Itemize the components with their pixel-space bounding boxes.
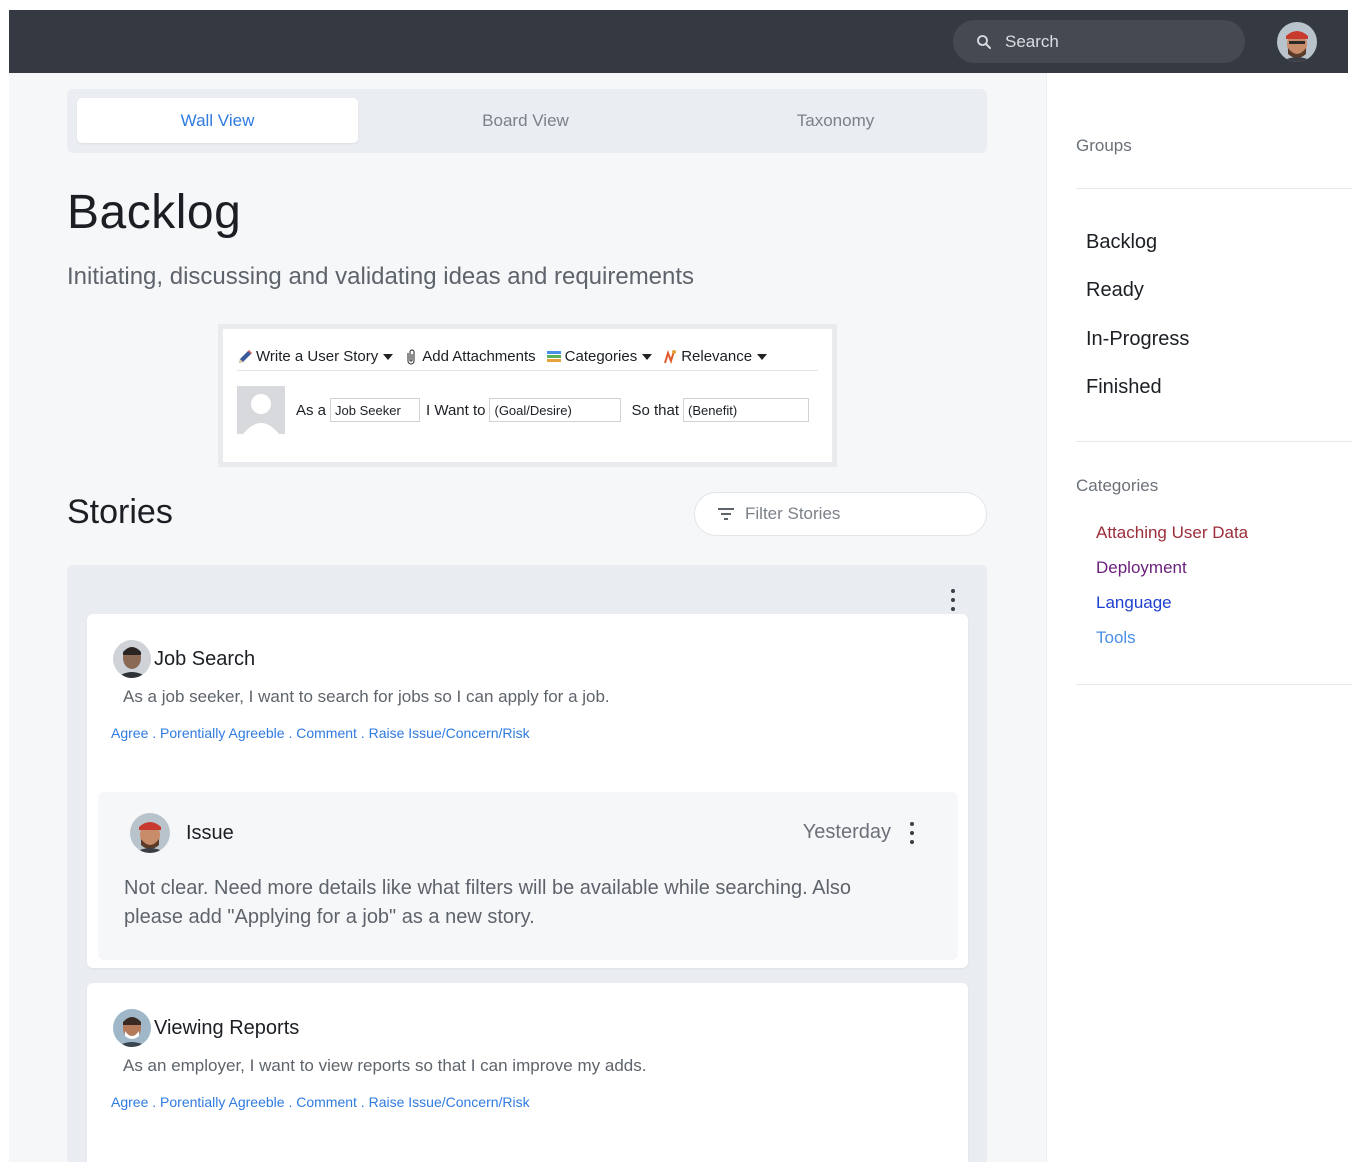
composer-toolbar: Write a User Story Add Attachments Categ…	[237, 343, 818, 371]
story-title[interactable]: Job Search	[154, 648, 255, 671]
filter-stories-input[interactable]: Filter Stories	[694, 492, 987, 536]
tab-board-view[interactable]: Board View	[385, 98, 666, 143]
categories-dropdown[interactable]: Categories	[546, 348, 653, 365]
paperclip-icon	[407, 348, 415, 365]
author-avatar	[113, 640, 151, 678]
divider	[1076, 441, 1352, 442]
comment-type: Issue	[186, 822, 234, 844]
story-description: As a job seeker, I want to search for jo…	[123, 687, 610, 706]
story-card: Job Search As a job seeker, I want to se…	[87, 614, 968, 968]
divider	[1076, 684, 1352, 685]
group-in-progress[interactable]: In-Progress	[1086, 328, 1189, 351]
write-story-button[interactable]: Write a User Story	[237, 348, 394, 365]
chevron-down-icon	[383, 353, 394, 360]
categories-label: Categories	[564, 348, 638, 365]
role-select[interactable]: Job Seeker	[330, 398, 421, 422]
search-icon	[977, 34, 991, 49]
commenter-avatar	[130, 813, 170, 853]
comment-text: Not clear. Need more details like what f…	[124, 877, 852, 928]
add-attachments-label: Add Attachments	[422, 348, 536, 365]
i-want-to-label: I Want to	[426, 401, 486, 419]
group-finished[interactable]: Finished	[1086, 376, 1162, 399]
separator: .	[356, 1094, 369, 1110]
so-that-label: So that	[631, 401, 680, 419]
relevance-icon	[664, 349, 677, 364]
raise-issue-link[interactable]: Raise Issue/Concern/Risk	[369, 1094, 530, 1110]
panel-more-icon[interactable]	[948, 589, 958, 611]
comment-link[interactable]: Comment	[296, 1094, 357, 1110]
story-header: Job Search	[113, 640, 255, 678]
group-ready[interactable]: Ready	[1086, 279, 1144, 302]
separator: .	[284, 725, 297, 741]
tab-wall-view[interactable]: Wall View	[77, 98, 358, 143]
group-backlog[interactable]: Backlog	[1086, 231, 1157, 254]
top-bar: Search	[9, 10, 1348, 73]
page-subtitle: Initiating, discussing and validating id…	[67, 263, 695, 290]
chevron-down-icon	[642, 353, 653, 360]
filter-placeholder: Filter Stories	[745, 504, 841, 523]
story-header: Viewing Reports	[113, 1009, 299, 1047]
view-tabs: Wall View Board View Taxonomy	[67, 89, 987, 153]
goal-placeholder: (Goal/Desire)	[494, 402, 572, 418]
search-input[interactable]: Search	[953, 20, 1245, 63]
benefit-placeholder: (Benefit)	[688, 402, 738, 418]
groups-label: Groups	[1076, 136, 1132, 155]
search-placeholder: Search	[1005, 31, 1059, 51]
goal-input[interactable]: (Goal/Desire)	[489, 398, 622, 422]
categories-label: Categories	[1076, 476, 1159, 495]
add-attachments-button[interactable]: Add Attachments	[403, 348, 536, 365]
story-title[interactable]: Viewing Reports	[154, 1017, 299, 1040]
author-avatar	[113, 1009, 151, 1047]
separator: .	[356, 725, 369, 741]
tab-taxonomy[interactable]: Taxonomy	[695, 98, 976, 143]
category-attaching-user-data[interactable]: Attaching User Data	[1096, 523, 1248, 543]
potentially-agreeable-link[interactable]: Porentially Agreeble	[160, 725, 285, 741]
story-description: As an employer, I want to view reports s…	[123, 1056, 647, 1075]
composer-story-row: As a Job Seeker I Want to (Goal/Desire) …	[237, 385, 818, 435]
right-sidebar: Groups Backlog Ready In-Progress Finishe…	[1046, 73, 1352, 1162]
agree-link[interactable]: Agree	[111, 1094, 148, 1110]
story-actions: Agree . Porentially Agreeble . Comment .…	[111, 1094, 530, 1110]
story-card: Viewing Reports As an employer, I want t…	[87, 983, 968, 1162]
potentially-agreeable-link[interactable]: Porentially Agreeble	[160, 1094, 285, 1110]
categories-icon	[546, 350, 561, 362]
raise-issue-link[interactable]: Raise Issue/Concern/Risk	[369, 725, 530, 741]
separator: .	[148, 725, 161, 741]
page-title: Backlog	[67, 186, 242, 239]
separator: .	[284, 1094, 297, 1110]
filter-icon	[718, 508, 734, 520]
benefit-input[interactable]: (Benefit)	[683, 398, 810, 422]
role-value: Job Seeker	[335, 402, 401, 418]
chevron-down-icon	[757, 353, 768, 360]
issue-comment: Issue Yesterday Not clear. Need more det…	[98, 792, 958, 960]
user-avatar[interactable]	[1277, 22, 1317, 62]
story-composer: Write a User Story Add Attachments Categ…	[218, 324, 837, 467]
category-deployment[interactable]: Deployment	[1096, 558, 1187, 578]
as-a-label: As a	[296, 401, 327, 419]
write-story-label: Write a User Story	[256, 348, 379, 365]
separator: .	[148, 1094, 161, 1110]
category-tools[interactable]: Tools	[1096, 628, 1136, 648]
comment-time: Yesterday	[802, 821, 891, 843]
stories-panel: Job Search As a job seeker, I want to se…	[67, 565, 987, 1162]
main-content: Wall View Board View Taxonomy Backlog In…	[9, 73, 1046, 1162]
agree-link[interactable]: Agree	[111, 725, 148, 741]
comment-more-icon[interactable]	[907, 822, 917, 844]
comment-link[interactable]: Comment	[296, 725, 357, 741]
story-actions: Agree . Porentially Agreeble . Comment .…	[111, 725, 530, 741]
divider	[1076, 188, 1352, 189]
pencil-icon	[239, 349, 252, 363]
relevance-label: Relevance	[681, 348, 753, 365]
category-language[interactable]: Language	[1096, 593, 1172, 613]
stories-heading: Stories	[67, 493, 173, 531]
relevance-dropdown[interactable]: Relevance	[662, 348, 768, 365]
placeholder-avatar-icon	[237, 386, 285, 434]
